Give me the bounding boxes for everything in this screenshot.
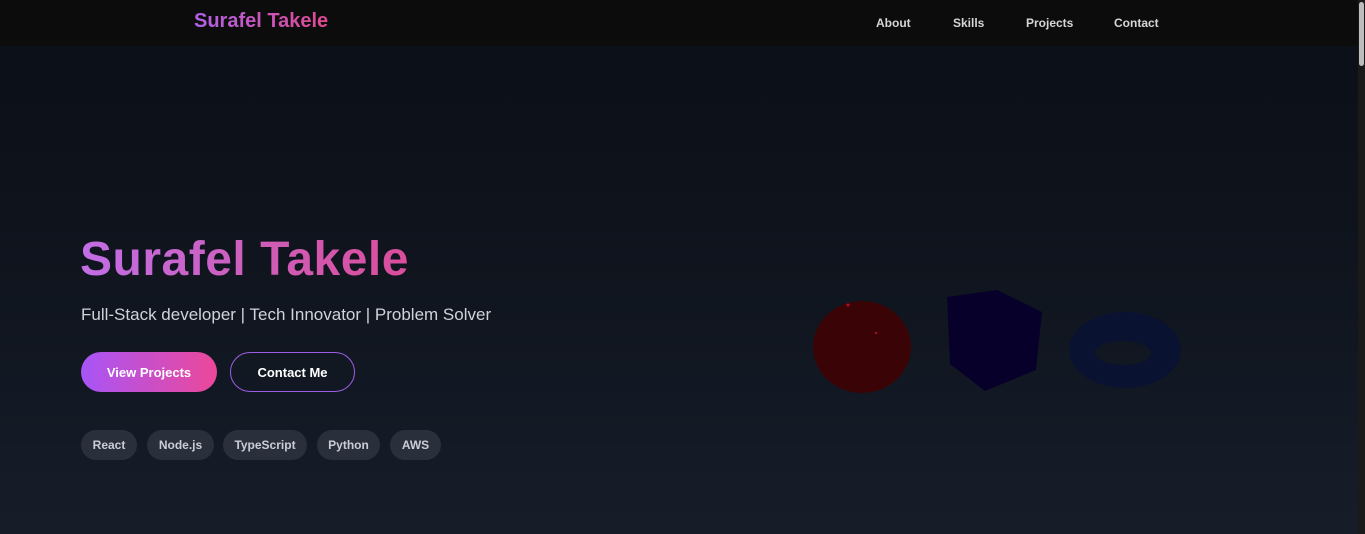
sphere-shape — [813, 301, 911, 393]
3d-shapes-canvas — [813, 290, 1181, 393]
torus-shape — [1069, 312, 1181, 388]
cube-shape — [947, 290, 1042, 391]
